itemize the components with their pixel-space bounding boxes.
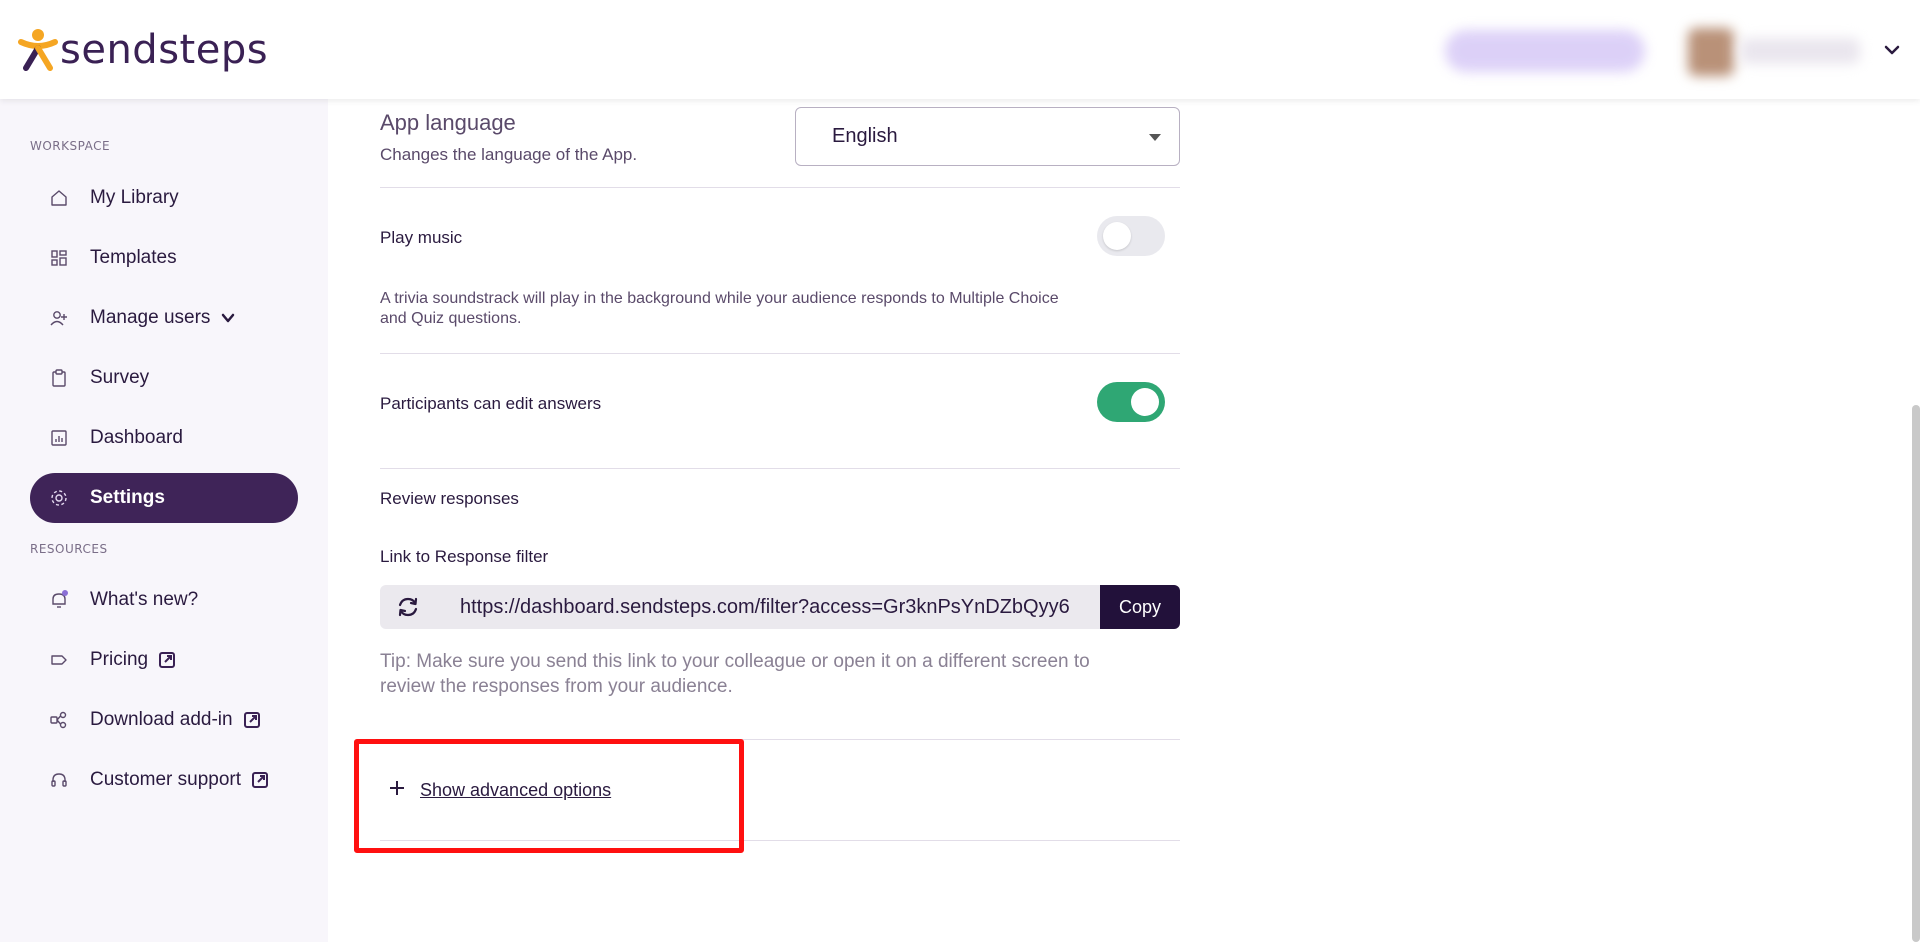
chevron-down-icon[interactable]	[1880, 38, 1904, 62]
tag-icon	[48, 649, 70, 671]
logo-mark-icon	[18, 28, 58, 72]
response-filter-label: Link to Response filter	[380, 547, 549, 566]
language-select-value: English	[832, 125, 898, 147]
sidebar-item-label: Survey	[90, 367, 150, 388]
sidebar-item-label: What's new?	[90, 589, 199, 610]
gear-icon	[48, 487, 70, 509]
sidebar-item-label: Settings	[90, 487, 165, 508]
sidebar-item-label: Pricing	[90, 649, 149, 670]
sidebar-item-label: Templates	[90, 247, 177, 268]
sidebar-item-label: Customer support	[90, 769, 242, 790]
language-select[interactable]: English	[795, 107, 1180, 166]
review-tip-line2: review the responses from your audience.	[380, 676, 733, 697]
home-icon	[48, 187, 70, 209]
response-filter-url[interactable]: https://dashboard.sendsteps.com/filter?a…	[460, 596, 1080, 619]
grid-icon	[48, 247, 70, 269]
refresh-icon[interactable]	[394, 595, 422, 619]
add-user-icon	[48, 307, 70, 329]
sidebar-item-my-library[interactable]: My Library	[30, 173, 298, 223]
divider	[380, 353, 1180, 354]
toggle-knob	[1103, 222, 1131, 250]
sidebar-item-label: Dashboard	[90, 427, 183, 448]
copy-link-button[interactable]: Copy	[1100, 585, 1180, 629]
edit-answers-toggle[interactable]	[1097, 382, 1165, 422]
response-filter-link-field[interactable]: https://dashboard.sendsteps.com/filter?a…	[380, 585, 1100, 629]
divider	[380, 468, 1180, 469]
sidebar-item-download-add-in[interactable]: Download add-in	[30, 695, 298, 745]
play-music-toggle[interactable]	[1097, 216, 1165, 256]
sidebar-item-label: Download add-in	[90, 709, 233, 730]
highlight-annotation	[354, 739, 744, 853]
chevron-down-icon[interactable]	[220, 309, 238, 327]
app-language-description: Changes the language of the App.	[380, 145, 638, 164]
review-responses-title: Review responses	[380, 489, 519, 508]
sidebar: WORKSPACE My Library Templates Manage us…	[0, 99, 328, 942]
external-link-icon	[243, 711, 261, 729]
brand-logo[interactable]: sendsteps	[18, 28, 268, 72]
sidebar-item-label: Manage users	[90, 307, 211, 328]
sidebar-item-templates[interactable]: Templates	[30, 233, 298, 283]
play-music-title: Play music	[380, 228, 463, 247]
sidebar-item-label: My Library	[90, 187, 179, 208]
external-link-icon	[251, 771, 269, 789]
sidebar-item-dashboard[interactable]: Dashboard	[30, 413, 298, 463]
clipboard-icon	[48, 367, 70, 389]
section-label-workspace: WORKSPACE	[30, 139, 111, 153]
play-music-description-line2: and Quiz questions.	[380, 310, 522, 327]
brand-name: sendsteps	[60, 27, 269, 73]
sidebar-item-manage-users[interactable]: Manage users	[30, 293, 298, 343]
sidebar-item-customer-support[interactable]: Customer support	[30, 755, 298, 805]
edit-answers-title: Participants can edit answers	[380, 394, 602, 413]
puzzle-icon	[48, 709, 70, 731]
sidebar-item-survey[interactable]: Survey	[30, 353, 298, 403]
bell-icon	[48, 589, 70, 611]
play-music-description-line1: A trivia soundstrack will play in the ba…	[380, 290, 1059, 307]
divider	[380, 187, 1180, 188]
sidebar-item-settings[interactable]: Settings	[30, 473, 298, 523]
chart-icon	[48, 427, 70, 449]
avatar[interactable]	[1688, 28, 1734, 76]
sidebar-item-whats-new[interactable]: What's new?	[30, 575, 298, 625]
external-link-icon	[158, 651, 176, 669]
user-name-blurred[interactable]	[1740, 38, 1860, 64]
caret-down-icon	[1149, 134, 1161, 141]
sidebar-item-pricing[interactable]: Pricing	[30, 635, 298, 685]
upgrade-button-blurred[interactable]	[1445, 30, 1645, 72]
scrollbar[interactable]	[1912, 405, 1920, 942]
headset-icon	[48, 769, 70, 791]
toggle-knob	[1131, 388, 1159, 416]
top-header: sendsteps	[0, 0, 1920, 99]
review-tip-line1: Tip: Make sure you send this link to you…	[380, 651, 1090, 672]
app-language-title: App language	[380, 110, 516, 135]
section-label-resources: RESOURCES	[30, 542, 108, 556]
